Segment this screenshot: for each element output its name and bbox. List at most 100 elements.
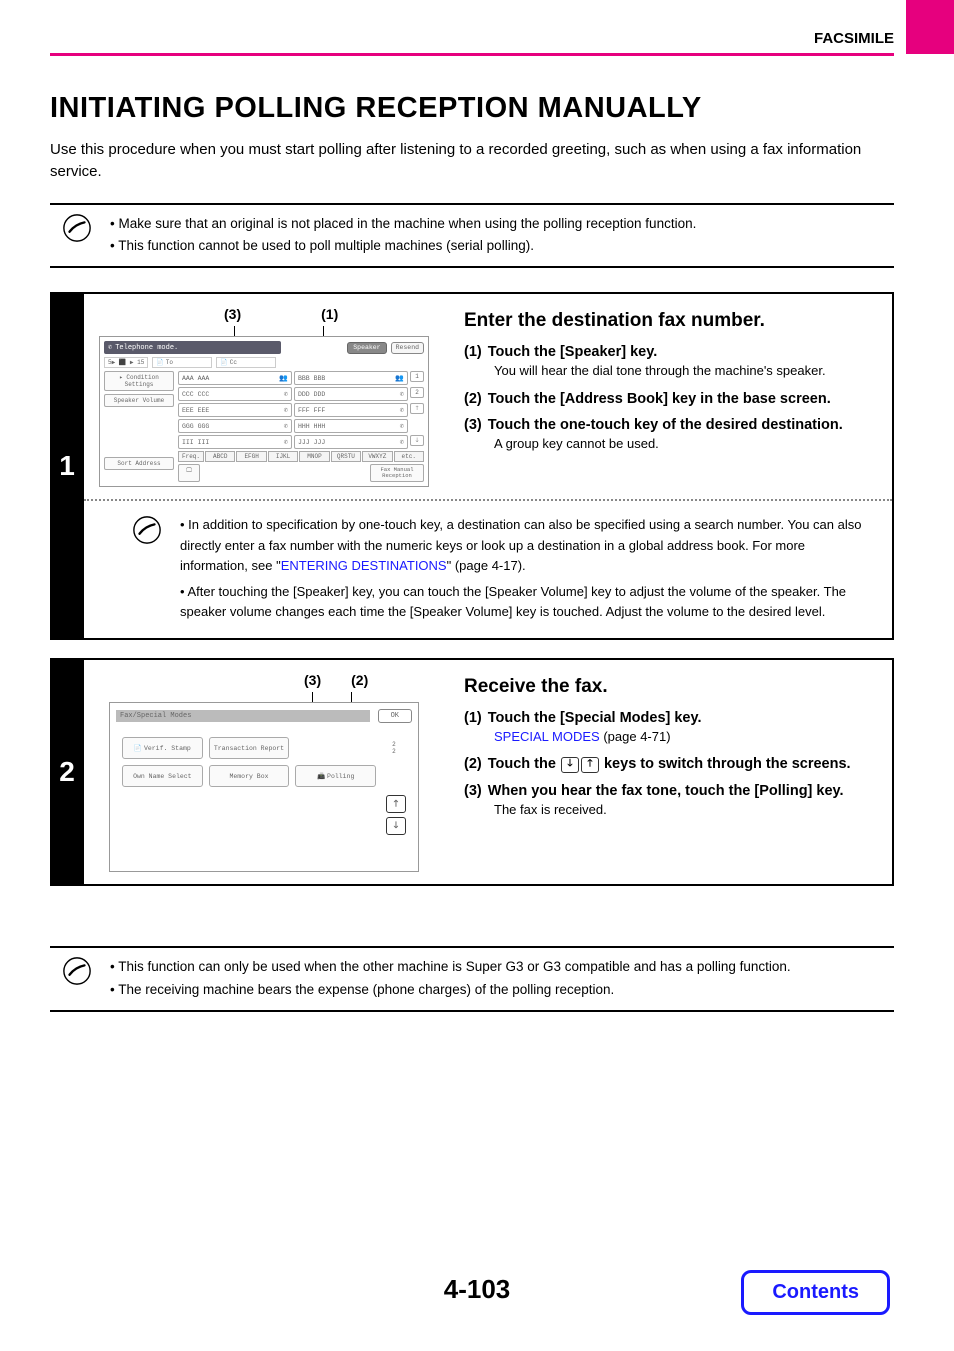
top-note-1: Make sure that an original is not placed… xyxy=(110,213,696,236)
freq-tab[interactable]: Freq. xyxy=(178,451,204,462)
step2-callout-2: (2) xyxy=(351,672,368,688)
pager-total: 2 xyxy=(382,748,406,755)
tab-qrstu[interactable]: QRSTU xyxy=(331,451,361,462)
page-1-indicator: 1 xyxy=(410,371,424,382)
step1-item2-text: Touch the [Address Book] key in the base… xyxy=(488,391,831,407)
step1-item1-label: (1) xyxy=(464,344,482,360)
contact-ggg[interactable]: GGG GGG✆ xyxy=(178,419,292,433)
phone-icon: ✆ xyxy=(400,406,404,415)
group-icon: 👥 xyxy=(395,374,404,383)
contact-bbb[interactable]: BBB BBB👥 xyxy=(294,371,408,385)
speaker-volume-button[interactable]: Speaker Volume xyxy=(104,394,174,407)
step1-heading: Enter the destination fax number. xyxy=(464,310,876,332)
intro-text: Use this procedure when you must start p… xyxy=(50,139,894,183)
step2-screenshot: Fax/Special Modes OK 📄Verif. Stamp Trans… xyxy=(109,702,419,872)
top-note-box: Make sure that an original is not placed… xyxy=(50,203,894,269)
contact-eee[interactable]: EEE EEE✆ xyxy=(178,403,292,417)
polling-button[interactable]: 📠Polling xyxy=(295,765,376,787)
preview-button[interactable]: 🖵 xyxy=(178,464,200,482)
tab-etc[interactable]: etc. xyxy=(394,451,424,462)
step2-i1-linkafter: (page 4-71) xyxy=(600,729,671,744)
fax-manual-reception-button[interactable]: Fax Manual Reception xyxy=(370,464,424,482)
step2-i1-text: Touch the [Special Modes] key. xyxy=(488,710,702,726)
memory-box-button[interactable]: Memory Box xyxy=(209,765,290,787)
phone-icon: ✆ xyxy=(284,390,288,399)
own-name-select-button[interactable]: Own Name Select xyxy=(122,765,203,787)
ok-button[interactable]: OK xyxy=(378,709,412,723)
transaction-report-button[interactable]: Transaction Report xyxy=(209,737,290,759)
contact-iii[interactable]: III III✆ xyxy=(178,435,292,449)
phone-icon: ✆ xyxy=(284,438,288,447)
special-modes-title: Fax/Special Modes xyxy=(116,710,370,722)
step2-i3-label: (3) xyxy=(464,783,482,799)
page-up-button[interactable]: 🡑 xyxy=(386,795,406,813)
resend-button[interactable]: Resend xyxy=(391,342,424,354)
contents-button[interactable]: Contents xyxy=(741,1270,890,1315)
step1-callout-3: (3) xyxy=(224,306,241,322)
contact-ccc[interactable]: CCC CCC✆ xyxy=(178,387,292,401)
step1-item1-sub: You will hear the dial tone through the … xyxy=(494,362,876,380)
tab-mnop[interactable]: MNOP xyxy=(299,451,329,462)
group-icon: 👥 xyxy=(279,374,288,383)
special-modes-link[interactable]: SPECIAL MODES xyxy=(494,729,600,744)
up-arrow-icon: 🡑 xyxy=(581,757,599,773)
phone-icon: ✆ xyxy=(284,406,288,415)
cc-field[interactable]: 📄 Cc xyxy=(216,357,276,368)
step-2: 2 (3) (2) Fax/Special Modes OK 📄Verif. S… xyxy=(50,658,894,886)
step1-screenshot: ✆Telephone mode. Speaker Resend 5▶ ⬛ ▶ 1… xyxy=(99,336,429,487)
step2-i3-sub: The fax is received. xyxy=(494,801,876,819)
note-icon xyxy=(132,515,162,545)
tab-efgh[interactable]: EFGH xyxy=(236,451,266,462)
pager-current: 2 xyxy=(382,741,406,748)
page-down-button[interactable]: 🡓 xyxy=(386,817,406,835)
step2-callout-3: (3) xyxy=(304,672,321,688)
tab-vwxyz[interactable]: VWXYZ xyxy=(362,451,392,462)
tab-abcd[interactable]: ABCD xyxy=(205,451,235,462)
page-2-indicator: 2 xyxy=(410,387,424,398)
to-field[interactable]: 📄 To xyxy=(152,357,212,368)
condition-settings-button[interactable]: ▸ Condition Settings xyxy=(104,371,174,391)
step1-item2-label: (2) xyxy=(464,391,482,407)
phone-icon: ✆ xyxy=(400,390,404,399)
step-1-number: 1 xyxy=(50,292,84,640)
scr-counter: 5▶ ⬛ ▶ 15 xyxy=(104,357,148,368)
bottom-note-1: This function can only be used when the … xyxy=(110,956,791,979)
scr-mode: Telephone mode. xyxy=(115,344,178,352)
scroll-up-button[interactable]: 🡑 xyxy=(410,403,424,414)
step2-i2-label: (2) xyxy=(464,756,482,772)
phone-icon: ✆ xyxy=(284,422,288,431)
stamp-icon: 📄 xyxy=(134,744,142,752)
step1-item1-text: Touch the [Speaker] key. xyxy=(488,344,657,360)
step-1: 1 (3) (1) ✆Telephone mode. xyxy=(50,292,894,640)
bottom-note-box: This function can only be used when the … xyxy=(50,946,894,1012)
step2-i3-text: When you hear the fax tone, touch the [P… xyxy=(488,783,844,799)
verif-stamp-button[interactable]: 📄Verif. Stamp xyxy=(122,737,203,759)
phone-icon: ✆ xyxy=(108,343,112,352)
tab-ijkl[interactable]: IJKL xyxy=(268,451,298,462)
section-header: FACSIMILE xyxy=(50,30,894,47)
sort-address-button[interactable]: Sort Address xyxy=(104,457,174,470)
top-note-2: This function cannot be used to poll mul… xyxy=(110,235,696,258)
chapter-tab xyxy=(906,0,954,54)
contact-aaa[interactable]: AAA AAA👥 xyxy=(178,371,292,385)
step1-item3-text: Touch the one-touch key of the desired d… xyxy=(488,417,843,433)
scroll-down-button[interactable]: 🡓 xyxy=(410,435,424,446)
speaker-button[interactable]: Speaker xyxy=(347,342,386,354)
step1-inner-note-2: After touching the [Speaker] key, you ca… xyxy=(180,582,872,622)
bottom-note-2: The receiving machine bears the expense … xyxy=(110,979,791,1002)
contact-ddd[interactable]: DDD DDD✆ xyxy=(294,387,408,401)
contact-jjj[interactable]: JJJ JJJ✆ xyxy=(294,435,408,449)
step2-heading: Receive the fax. xyxy=(464,676,876,698)
polling-icon: 📠 xyxy=(317,772,325,780)
entering-destinations-link[interactable]: ENTERING DESTINATIONS xyxy=(281,558,447,573)
step1-item3-sub: A group key cannot be used. xyxy=(494,435,876,453)
header-rule xyxy=(50,53,894,56)
down-arrow-icon: 🡓 xyxy=(561,757,579,773)
page-title: INITIATING POLLING RECEPTION MANUALLY xyxy=(50,92,894,125)
contact-fff[interactable]: FFF FFF✆ xyxy=(294,403,408,417)
contact-hhh[interactable]: HHH HHH✆ xyxy=(294,419,408,433)
note-icon xyxy=(62,213,92,243)
step2-i1-label: (1) xyxy=(464,710,482,726)
step1-inner-note-1: In addition to specification by one-touc… xyxy=(180,515,872,575)
step2-i2-text: Touch the 🡓🡑 keys to switch through the … xyxy=(488,756,851,772)
